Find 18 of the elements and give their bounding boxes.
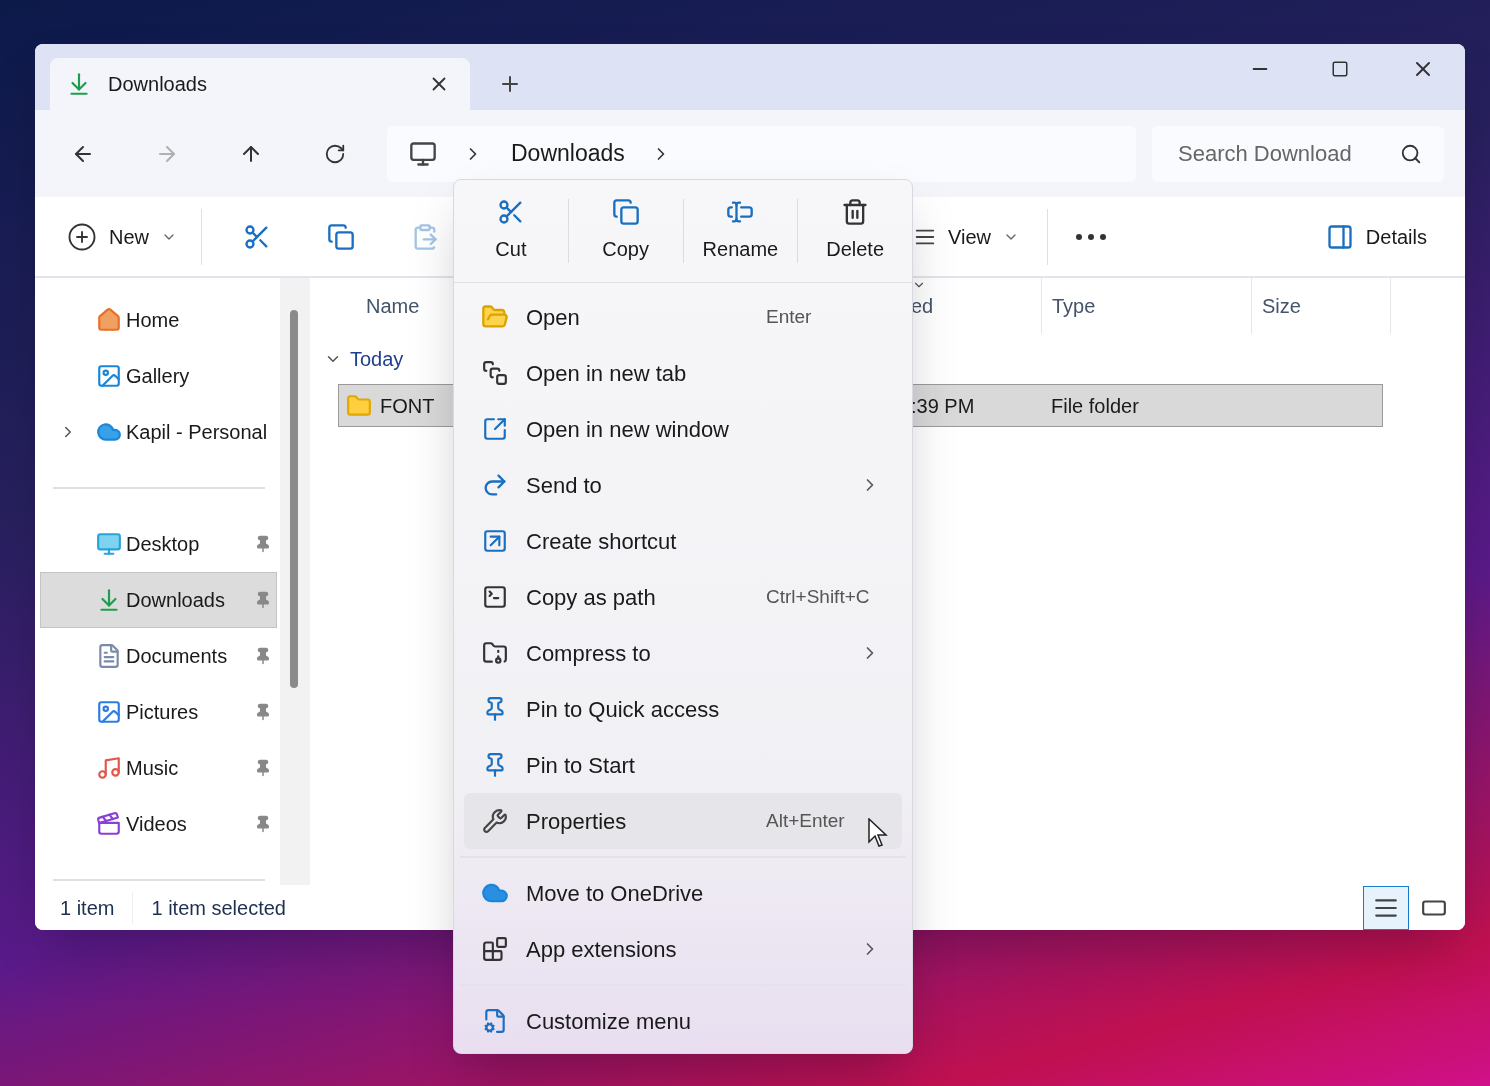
sidebar-label: Documents <box>126 644 228 669</box>
file-name: FONT <box>380 393 435 419</box>
date-cell-text: :39 PM <box>911 393 976 419</box>
tab-title: Downloads <box>108 72 207 97</box>
shortcut-text: Alt+Enter <box>766 808 845 833</box>
sidebar-label: Pictures <box>126 700 199 725</box>
selection-count: 1 item selected <box>151 895 286 921</box>
sidebar-label: Music <box>126 756 179 781</box>
shortcut-text: Enter <box>766 304 812 329</box>
sidebar-label: Desktop <box>126 532 200 557</box>
sidebar-label: Gallery <box>126 364 190 389</box>
type-cell-text: File folder <box>1051 393 1139 419</box>
shortcut-text: Ctrl+Shift+C <box>766 584 870 609</box>
sidebar-label: Videos <box>126 812 187 837</box>
item-count: 1 item <box>60 895 115 921</box>
sidebar-label: Kapil - Personal <box>126 420 268 445</box>
sidebar-label: Home <box>126 308 180 333</box>
sidebar-label: Downloads <box>126 588 225 613</box>
